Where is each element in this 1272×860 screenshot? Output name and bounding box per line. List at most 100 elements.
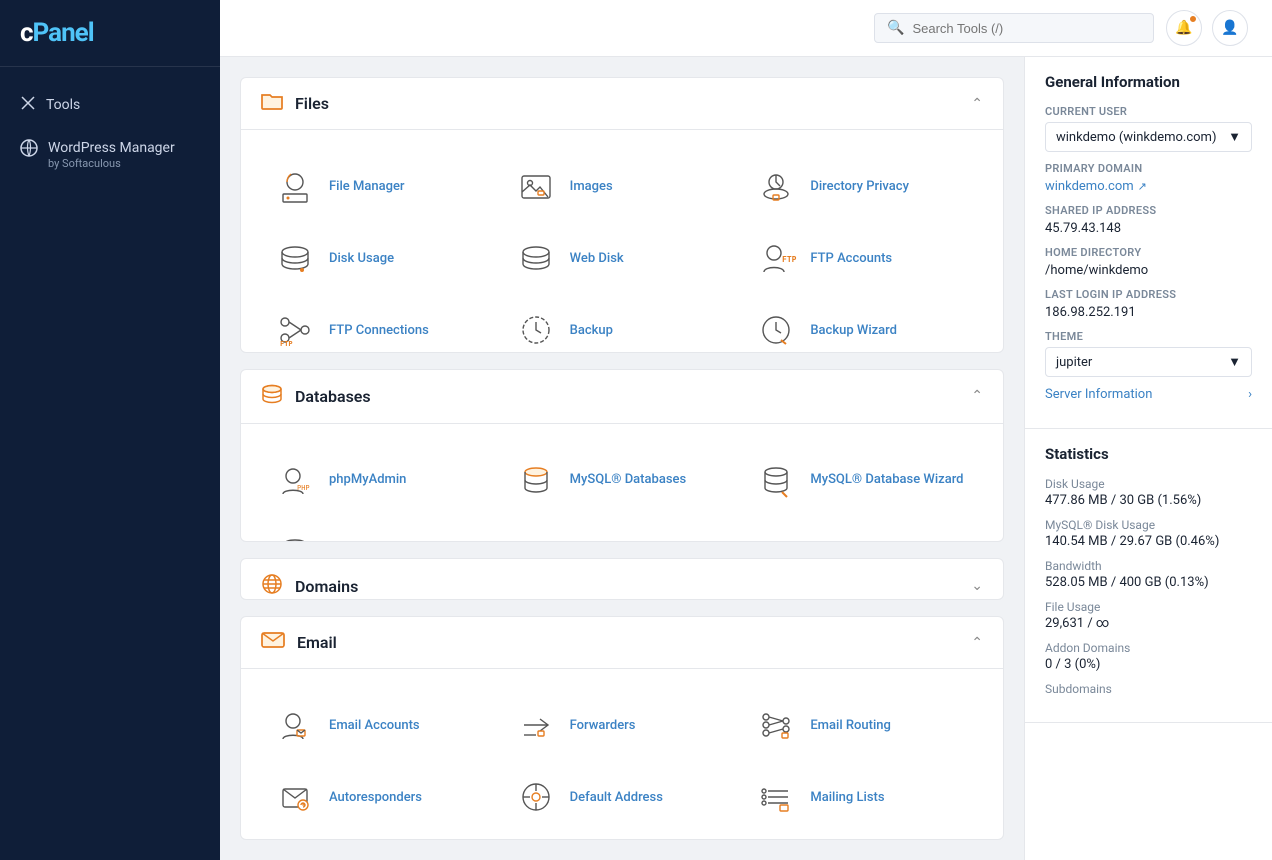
ftp-accounts-label: FTP Accounts bbox=[810, 251, 892, 266]
files-section-body: File Manager Images bbox=[241, 130, 1003, 353]
email-chevron: ⌃ bbox=[971, 635, 983, 651]
stat-mysql-disk-usage: MySQL® Disk Usage 140.54 MB / 29.67 GB (… bbox=[1045, 518, 1252, 549]
current-user-value: winkdemo (winkdemo.com) bbox=[1056, 130, 1216, 145]
domains-section-header[interactable]: Domains ⌄ bbox=[241, 559, 1003, 600]
home-dir-value: /home/winkdemo bbox=[1045, 263, 1252, 278]
web-disk-item[interactable]: Web Disk bbox=[502, 222, 743, 294]
sidebar: cPanel Tools WordPress Manager by Sof bbox=[0, 0, 220, 860]
theme-dropdown[interactable]: jupiter ▼ bbox=[1045, 347, 1252, 377]
file-manager-item[interactable]: File Manager bbox=[261, 150, 502, 222]
phpmyadmin-label: phpMyAdmin bbox=[329, 472, 406, 487]
mysql-databases-item[interactable]: MySQL® Databases bbox=[502, 444, 743, 516]
sidebar-item-sublabel-wordpress: by Softaculous bbox=[48, 157, 175, 171]
forwarders-label: Forwarders bbox=[570, 718, 636, 733]
disk-usage-label: Disk Usage bbox=[329, 251, 394, 266]
files-section-header[interactable]: Files ⌃ bbox=[241, 78, 1003, 130]
logo: cPanel bbox=[0, 0, 220, 67]
header: 🔍 🔔 👤 bbox=[220, 0, 1272, 57]
theme-label: Theme bbox=[1045, 330, 1252, 343]
web-disk-label: Web Disk bbox=[570, 251, 624, 266]
sidebar-item-tools[interactable]: Tools bbox=[0, 83, 220, 127]
databases-icon bbox=[261, 384, 283, 409]
mysql-databases-label: MySQL® Databases bbox=[570, 472, 687, 487]
phpmyadmin-item[interactable]: PHP phpMyAdmin bbox=[261, 444, 502, 516]
default-address-label: Default Address bbox=[570, 790, 663, 805]
mailing-lists-label: Mailing Lists bbox=[810, 790, 884, 805]
statistics-title: Statistics bbox=[1045, 445, 1252, 463]
panels: Files ⌃ bbox=[220, 57, 1024, 860]
remote-mysql-item[interactable]: Remote MySQL® bbox=[261, 516, 502, 542]
shared-ip-label: Shared IP Address bbox=[1045, 204, 1252, 217]
server-info-row[interactable]: Server Information › bbox=[1045, 377, 1252, 412]
forwarders-item[interactable]: Forwarders bbox=[502, 689, 743, 761]
images-item[interactable]: Images bbox=[502, 150, 743, 222]
stat-subdomains: Subdomains bbox=[1045, 682, 1252, 696]
primary-domain-value[interactable]: winkdemo.com ↗ bbox=[1045, 179, 1252, 194]
ftp-connections-label: FTP Connections bbox=[329, 323, 429, 338]
theme-value: jupiter bbox=[1056, 355, 1092, 370]
domains-icon bbox=[261, 573, 283, 600]
email-accounts-item[interactable]: Email Accounts bbox=[261, 689, 502, 761]
directory-privacy-label: Directory Privacy bbox=[810, 179, 909, 194]
autoresponders-label: Autoresponders bbox=[329, 790, 422, 805]
stat-addon-domains: Addon Domains 0 / 3 (0%) bbox=[1045, 641, 1252, 672]
svg-text:PHP: PHP bbox=[297, 484, 310, 492]
directory-privacy-item[interactable]: Directory Privacy bbox=[742, 150, 983, 222]
backup-wizard-item[interactable]: Backup Wizard bbox=[742, 294, 983, 353]
mysql-database-wizard-item[interactable]: MySQL® Database Wizard bbox=[742, 444, 983, 516]
databases-chevron: ⌃ bbox=[971, 388, 983, 404]
last-login-label: Last Login IP Address bbox=[1045, 288, 1252, 301]
disk-usage-item[interactable]: Disk Usage bbox=[261, 222, 502, 294]
databases-section-label: Databases bbox=[295, 387, 371, 406]
svg-text:FTP: FTP bbox=[782, 255, 797, 264]
email-accounts-label: Email Accounts bbox=[329, 718, 420, 733]
stat-bandwidth: Bandwidth 528.05 MB / 400 GB (0.13%) bbox=[1045, 559, 1252, 590]
current-user-dropdown[interactable]: winkdemo (winkdemo.com) ▼ bbox=[1045, 122, 1252, 152]
autoresponders-item[interactable]: Autoresponders bbox=[261, 761, 502, 833]
home-dir-label: Home Directory bbox=[1045, 246, 1252, 259]
notifications-button[interactable]: 🔔 bbox=[1166, 10, 1202, 46]
mysql-database-wizard-label: MySQL® Database Wizard bbox=[810, 472, 963, 487]
user-icon: 👤 bbox=[1221, 20, 1238, 36]
email-filters-item[interactable]: Email Filters bbox=[742, 833, 983, 840]
search-input[interactable] bbox=[912, 21, 1141, 36]
theme-chevron: ▼ bbox=[1228, 354, 1241, 370]
databases-section: Databases ⌃ PHP phpMy bbox=[240, 369, 1004, 542]
track-delivery-item[interactable]: Track Delivery bbox=[261, 833, 502, 840]
ftp-connections-item[interactable]: FTP FTP Connections bbox=[261, 294, 502, 353]
stat-disk-usage: Disk Usage 477.86 MB / 30 GB (1.56%) bbox=[1045, 477, 1252, 508]
primary-domain-label: Primary Domain bbox=[1045, 162, 1252, 175]
domains-chevron: ⌄ bbox=[971, 578, 983, 594]
global-email-filters-item[interactable]: Global Email Filters bbox=[502, 833, 743, 840]
backup-item[interactable]: Backup bbox=[502, 294, 743, 353]
files-section: Files ⌃ bbox=[240, 77, 1004, 353]
external-link-icon: ↗ bbox=[1138, 180, 1147, 193]
sidebar-item-wordpress[interactable]: WordPress Manager by Softaculous bbox=[0, 127, 220, 183]
email-routing-label: Email Routing bbox=[810, 718, 891, 733]
mailing-lists-item[interactable]: Mailing Lists bbox=[742, 761, 983, 833]
user-button[interactable]: 👤 bbox=[1212, 10, 1248, 46]
backup-wizard-label: Backup Wizard bbox=[810, 323, 897, 338]
databases-section-body: PHP phpMyAdmin bbox=[241, 424, 1003, 542]
right-panel: General Information Current User winkdem… bbox=[1024, 57, 1272, 860]
search-box[interactable]: 🔍 bbox=[874, 13, 1154, 43]
email-routing-item[interactable]: Email Routing bbox=[742, 689, 983, 761]
ftp-accounts-item[interactable]: FTP FTP Accounts bbox=[742, 222, 983, 294]
email-section-header[interactable]: Email ⌃ bbox=[241, 617, 1003, 669]
file-manager-label: File Manager bbox=[329, 179, 405, 194]
main-content: 🔍 🔔 👤 bbox=[220, 0, 1272, 860]
tools-icon bbox=[20, 95, 36, 115]
content-area: Files ⌃ bbox=[220, 57, 1272, 860]
default-address-item[interactable]: Default Address bbox=[502, 761, 743, 833]
email-section-label: Email bbox=[297, 633, 337, 652]
files-chevron: ⌃ bbox=[971, 96, 983, 112]
domains-section: Domains ⌄ bbox=[240, 558, 1004, 600]
general-info-title: General Information bbox=[1045, 73, 1252, 91]
databases-section-header[interactable]: Databases ⌃ bbox=[241, 370, 1003, 424]
sidebar-nav: Tools WordPress Manager by Softaculous bbox=[0, 67, 220, 199]
search-icon: 🔍 bbox=[887, 20, 904, 36]
email-section: Email ⌃ bbox=[240, 616, 1004, 840]
current-user-label: Current User bbox=[1045, 105, 1252, 118]
current-user-chevron: ▼ bbox=[1228, 129, 1241, 145]
server-info-label: Server Information bbox=[1045, 387, 1152, 402]
